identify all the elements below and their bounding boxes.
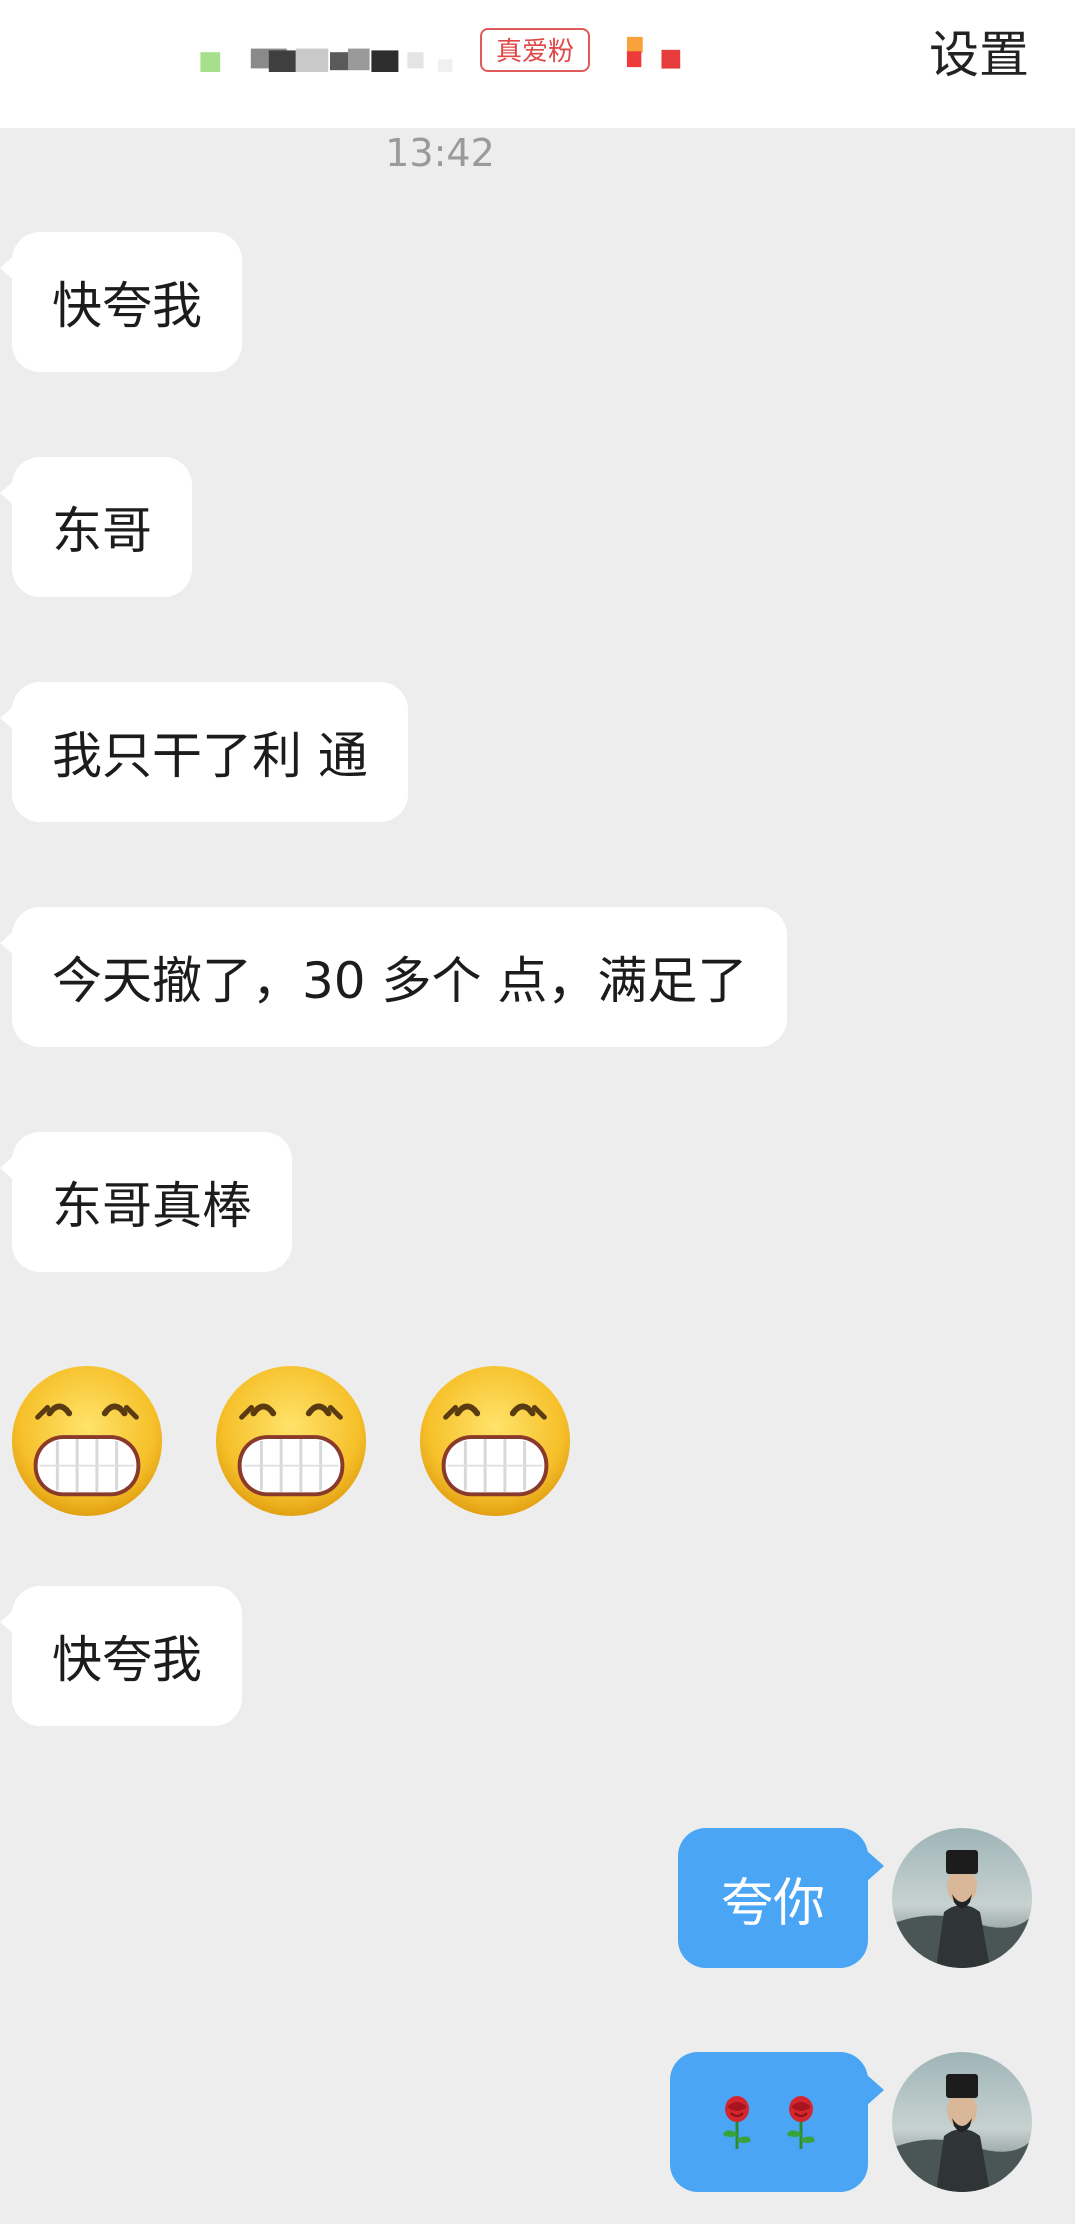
message-timestamp: 13:42 — [385, 131, 495, 175]
contact-name-obscured: 真爱粉 — [180, 20, 720, 110]
bubble-tail — [0, 702, 18, 734]
incoming-message[interactable]: 今天撤了，30 多个 点，满足了 — [0, 907, 788, 1047]
badge-mosaic — [626, 36, 681, 69]
fan-badge: 真爱粉 — [480, 28, 590, 72]
grinning-face-icon — [419, 1365, 571, 1517]
incoming-message[interactable]: 我只干了利 通 — [0, 682, 408, 822]
outgoing-message[interactable] — [670, 2052, 884, 2192]
incoming-message[interactable]: 东哥真棒 — [0, 1132, 292, 1272]
rose-icon — [787, 2096, 815, 2149]
emoji-message[interactable] — [8, 1362, 574, 1522]
bubble-tail — [0, 1606, 18, 1638]
message-text: 快夸我 — [52, 1631, 202, 1689]
message-text: 今天撤了，30 多个 点，满足了 — [52, 952, 748, 1010]
avatar[interactable] — [892, 2052, 1032, 2192]
grinning-face-icon — [11, 1365, 163, 1517]
rose-icon — [723, 2096, 751, 2149]
message-text: 东哥真棒 — [52, 1177, 252, 1235]
mosaic-blur — [200, 48, 453, 72]
bubble-tail — [0, 927, 18, 959]
avatar[interactable] — [892, 1828, 1032, 1968]
message-text: 东哥 — [52, 502, 152, 560]
message-text: 我只干了利 通 — [52, 727, 368, 785]
avatar-image — [892, 1828, 1032, 1968]
bubble-tail — [0, 252, 18, 284]
incoming-message[interactable]: 快夸我 — [0, 232, 242, 372]
avatar-image — [892, 2052, 1032, 2192]
message-text: 快夸我 — [52, 277, 202, 335]
message-text: 夸你 — [720, 1873, 825, 1934]
bubble-tail — [0, 1152, 18, 1184]
bubble-tail — [866, 2074, 884, 2106]
settings-button[interactable]: 设置 — [929, 20, 1029, 90]
bubble-tail — [0, 477, 18, 509]
bubble-tail — [866, 1850, 884, 1882]
outgoing-message[interactable]: 夸你 — [678, 1828, 884, 1968]
grinning-face-icon — [215, 1365, 367, 1517]
incoming-message[interactable]: 快夸我 — [0, 1586, 242, 1726]
chat-header: 真爱粉 设置 — [0, 0, 1075, 128]
incoming-message[interactable]: 东哥 — [0, 457, 192, 597]
